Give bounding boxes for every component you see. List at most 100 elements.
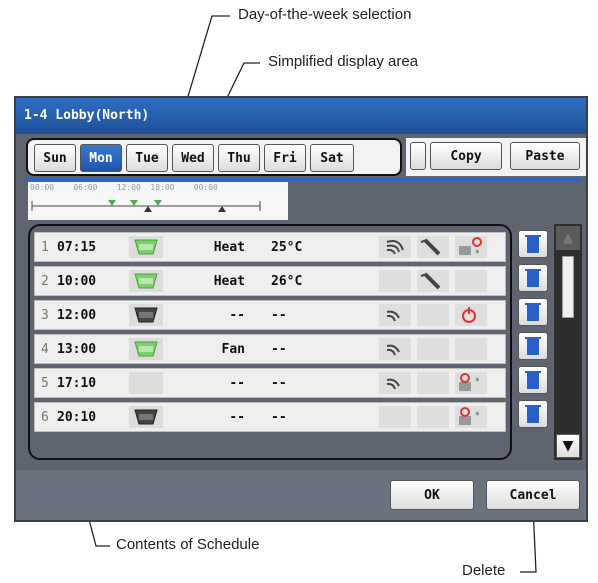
copy-button[interactable]: Copy bbox=[430, 142, 502, 170]
schedule-list: 1 07:15 Heat 25°C * 2 10:00 Heat 26°C 3 … bbox=[28, 224, 512, 460]
row-time: 10:00 bbox=[57, 274, 97, 289]
timeline-marker-off-icon bbox=[144, 206, 152, 212]
day-divider-line bbox=[26, 178, 582, 181]
row-time: 17:10 bbox=[57, 376, 97, 391]
delete-row-5-button[interactable] bbox=[518, 366, 548, 394]
empty-cell bbox=[417, 406, 449, 428]
trash-icon bbox=[525, 303, 541, 321]
fan-speed-icon bbox=[379, 304, 411, 326]
schedule-row[interactable]: 4 13:00 Fan -- bbox=[34, 334, 506, 364]
callout-contents: Contents of Schedule bbox=[116, 536, 260, 553]
day-button-mon[interactable]: Mon bbox=[80, 144, 122, 172]
empty-cell bbox=[417, 372, 449, 394]
row-number: 3 bbox=[41, 308, 49, 323]
scrollbar[interactable]: ▲ ▼ bbox=[554, 224, 582, 460]
simplified-display-area: 00:00 06:00 12:00 18:00 00:00 bbox=[28, 182, 288, 220]
trash-icon bbox=[525, 405, 541, 423]
bottom-bar: OK Cancel bbox=[16, 470, 586, 520]
title-bar: 1-4 Lobby(North) bbox=[16, 98, 586, 134]
schedule-row[interactable]: 6 20:10 -- -- * bbox=[34, 402, 506, 432]
scroll-thumb[interactable] bbox=[562, 256, 574, 318]
row-temp: -- bbox=[271, 410, 287, 425]
row-time: 13:00 bbox=[57, 342, 97, 357]
empty-cell bbox=[417, 304, 449, 326]
trash-icon bbox=[525, 269, 541, 287]
clipboard-toolbar: Copy Paste bbox=[406, 138, 586, 176]
row-time: 20:10 bbox=[57, 410, 97, 425]
day-selector: Sun Mon Tue Wed Thu Fri Sat bbox=[26, 138, 402, 176]
row-time: 12:00 bbox=[57, 308, 97, 323]
unit-on-icon bbox=[129, 338, 163, 360]
row-mode: Fan bbox=[221, 342, 245, 357]
lock-icon: * bbox=[455, 372, 487, 394]
day-button-thu[interactable]: Thu bbox=[218, 144, 260, 172]
timeline-marker-on-icon bbox=[108, 200, 116, 206]
delete-row-4-button[interactable] bbox=[518, 332, 548, 360]
row-temp: 25°C bbox=[271, 240, 303, 255]
svg-text:*: * bbox=[475, 377, 480, 387]
trash-icon bbox=[525, 337, 541, 355]
schedule-row[interactable]: 2 10:00 Heat 26°C bbox=[34, 266, 506, 296]
row-number: 2 bbox=[41, 274, 49, 289]
callout-simplified-area: Simplified display area bbox=[268, 53, 419, 70]
svg-text:*: * bbox=[475, 411, 480, 421]
trash-icon bbox=[525, 371, 541, 389]
delete-row-1-button[interactable] bbox=[518, 230, 548, 258]
airflow-icon bbox=[417, 236, 449, 258]
empty-cell bbox=[417, 338, 449, 360]
cancel-button[interactable]: Cancel bbox=[486, 480, 580, 510]
day-button-tue[interactable]: Tue bbox=[126, 144, 168, 172]
scroll-down-icon[interactable]: ▼ bbox=[556, 434, 580, 458]
copy-indicator bbox=[410, 142, 426, 170]
schedule-row[interactable]: 3 12:00 -- -- bbox=[34, 300, 506, 330]
unit-empty-icon bbox=[129, 372, 163, 394]
row-temp: -- bbox=[271, 308, 287, 323]
ok-button[interactable]: OK bbox=[390, 480, 474, 510]
row-temp: -- bbox=[271, 376, 287, 391]
row-mode: -- bbox=[229, 308, 245, 323]
schedule-row[interactable]: 5 17:10 -- -- * bbox=[34, 368, 506, 398]
unit-on-icon bbox=[129, 270, 163, 292]
row-time: 07:15 bbox=[57, 240, 97, 255]
empty-cell bbox=[455, 338, 487, 360]
delete-row-2-button[interactable] bbox=[518, 264, 548, 292]
unit-off-icon bbox=[129, 406, 163, 428]
row-mode: -- bbox=[229, 376, 245, 391]
delete-row-6-button[interactable] bbox=[518, 400, 548, 428]
row-number: 4 bbox=[41, 342, 49, 357]
row-mode: Heat bbox=[213, 274, 245, 289]
day-button-sun[interactable]: Sun bbox=[34, 144, 76, 172]
paste-button[interactable]: Paste bbox=[510, 142, 580, 170]
schedule-row[interactable]: 1 07:15 Heat 25°C * bbox=[34, 232, 506, 262]
row-number: 6 bbox=[41, 410, 49, 425]
airflow-icon bbox=[417, 270, 449, 292]
delete-row-3-button[interactable] bbox=[518, 298, 548, 326]
fan-speed-icon bbox=[379, 338, 411, 360]
day-button-sat[interactable]: Sat bbox=[310, 144, 354, 172]
callout-day-selection: Day-of-the-week selection bbox=[238, 6, 412, 23]
day-button-wed[interactable]: Wed bbox=[172, 144, 214, 172]
timeline-marker-on-icon bbox=[154, 200, 162, 206]
row-mode: -- bbox=[229, 410, 245, 425]
day-button-fri[interactable]: Fri bbox=[264, 144, 306, 172]
empty-cell bbox=[379, 270, 411, 292]
fan-speed-icon bbox=[379, 236, 411, 258]
row-temp: -- bbox=[271, 342, 287, 357]
unit-on-icon bbox=[129, 236, 163, 258]
scroll-up-icon[interactable]: ▲ bbox=[556, 226, 580, 250]
window-title: 1-4 Lobby(North) bbox=[24, 108, 150, 123]
trash-icon bbox=[525, 235, 541, 253]
row-temp: 26°C bbox=[271, 274, 303, 289]
timeline-marker-on-icon bbox=[130, 200, 138, 206]
svg-text:*: * bbox=[475, 249, 480, 258]
row-number: 1 bbox=[41, 240, 49, 255]
fan-speed-icon bbox=[379, 372, 411, 394]
lock-icon: * bbox=[455, 236, 487, 259]
row-number: 5 bbox=[41, 376, 49, 391]
lock-icon: * bbox=[455, 406, 487, 428]
empty-cell bbox=[379, 406, 411, 428]
callout-delete: Delete bbox=[462, 562, 506, 579]
power-icon bbox=[455, 304, 487, 326]
schedule-window: 1-4 Lobby(North) Sun Mon Tue Wed Thu Fri… bbox=[14, 96, 588, 522]
row-mode: Heat bbox=[213, 240, 245, 255]
